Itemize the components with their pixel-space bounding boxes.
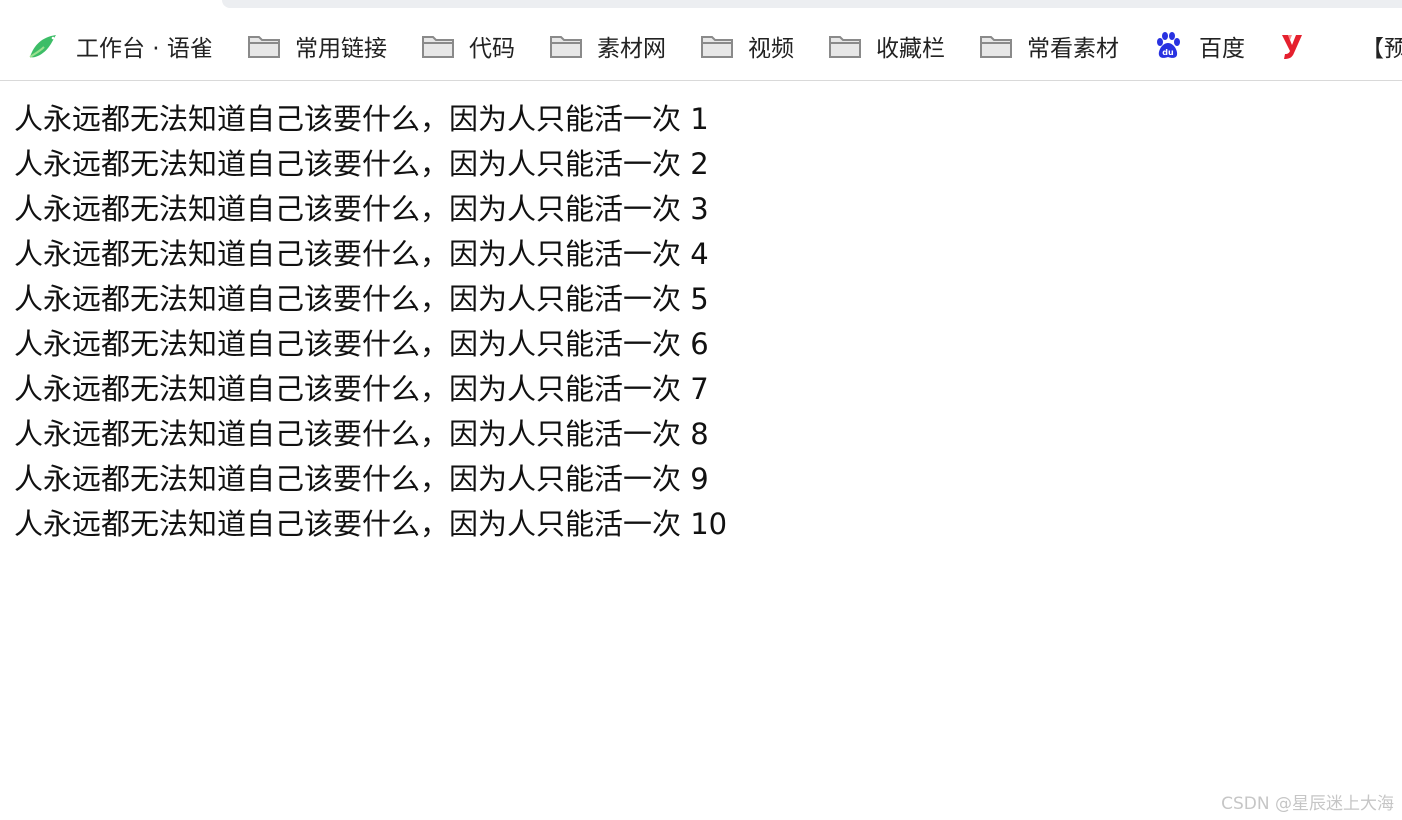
text-line: 人永远都无法知道自己该要什么，因为人只能活一次 6	[14, 327, 709, 361]
text-line: 人永远都无法知道自己该要什么，因为人只能活一次 7	[14, 372, 709, 406]
bookmark-folder-video[interactable]: 视频	[700, 26, 794, 66]
bookmark-label: 素材网	[596, 36, 666, 62]
folder-icon	[828, 31, 862, 61]
bookmark-folder-assets[interactable]: 素材网	[549, 26, 666, 66]
bookmark-label: 常用链接	[294, 36, 387, 62]
text-line: 人永远都无法知道自己该要什么，因为人只能活一次 3	[14, 192, 709, 226]
text-line: 人永远都无法知道自己该要什么，因为人只能活一次 9	[14, 462, 709, 496]
bookmark-youzan[interactable]	[1279, 26, 1327, 66]
folder-icon	[421, 31, 455, 61]
bookmark-label: 常看素材	[1026, 36, 1119, 62]
bookmark-reservation[interactable]: 【预约	[1361, 26, 1402, 66]
youzan-y-icon	[1279, 31, 1305, 61]
bookmark-label: 视频	[747, 36, 794, 62]
text-line: 人永远都无法知道自己该要什么，因为人只能活一次 4	[14, 237, 709, 271]
tab-strip-edge	[222, 0, 1402, 8]
folder-icon	[700, 31, 734, 61]
yuque-bird-icon	[26, 31, 60, 61]
baidu-paw-icon: du	[1153, 31, 1183, 61]
folder-icon	[549, 31, 583, 61]
bookmark-label: 收藏栏	[875, 36, 945, 62]
bookmark-label: 代码	[468, 36, 515, 62]
bookmark-label: 工作台 · 语雀	[76, 36, 213, 62]
text-line: 人永远都无法知道自己该要什么，因为人只能活一次 2	[14, 147, 709, 181]
text-line: 人永远都无法知道自己该要什么，因为人只能活一次 1	[14, 102, 709, 136]
text-line: 人永远都无法知道自己该要什么，因为人只能活一次 8	[14, 417, 709, 451]
page-content: 人永远都无法知道自己该要什么，因为人只能活一次 1 人永远都无法知道自己该要什么…	[14, 97, 727, 547]
bookmark-label: 百度	[1198, 36, 1245, 62]
bookmark-yuque[interactable]: 工作台 · 语雀	[26, 26, 213, 66]
bookmark-folder-favorites[interactable]: 收藏栏	[828, 26, 945, 66]
text-line: 人永远都无法知道自己该要什么，因为人只能活一次 5	[14, 282, 709, 316]
bookmark-folder-frequent-assets[interactable]: 常看素材	[979, 26, 1119, 66]
bookmarks-bar: 工作台 · 语雀 常用链接 代码 素材网 视频 收藏栏 常看素材 du 百度 【	[0, 12, 1402, 81]
bookmark-label: 【预约	[1360, 36, 1402, 62]
folder-icon	[979, 31, 1013, 61]
bookmark-folder-code[interactable]: 代码	[421, 26, 515, 66]
bookmark-folder-common-links[interactable]: 常用链接	[247, 26, 387, 66]
folder-icon	[247, 31, 281, 61]
svg-text:du: du	[1162, 48, 1174, 57]
browser-tab-strip	[0, 0, 1402, 12]
text-line: 人永远都无法知道自己该要什么，因为人只能活一次 10	[14, 507, 728, 541]
watermark-text: CSDN @星辰迷上大海	[1221, 794, 1394, 814]
bookmark-baidu[interactable]: du 百度	[1153, 26, 1245, 66]
